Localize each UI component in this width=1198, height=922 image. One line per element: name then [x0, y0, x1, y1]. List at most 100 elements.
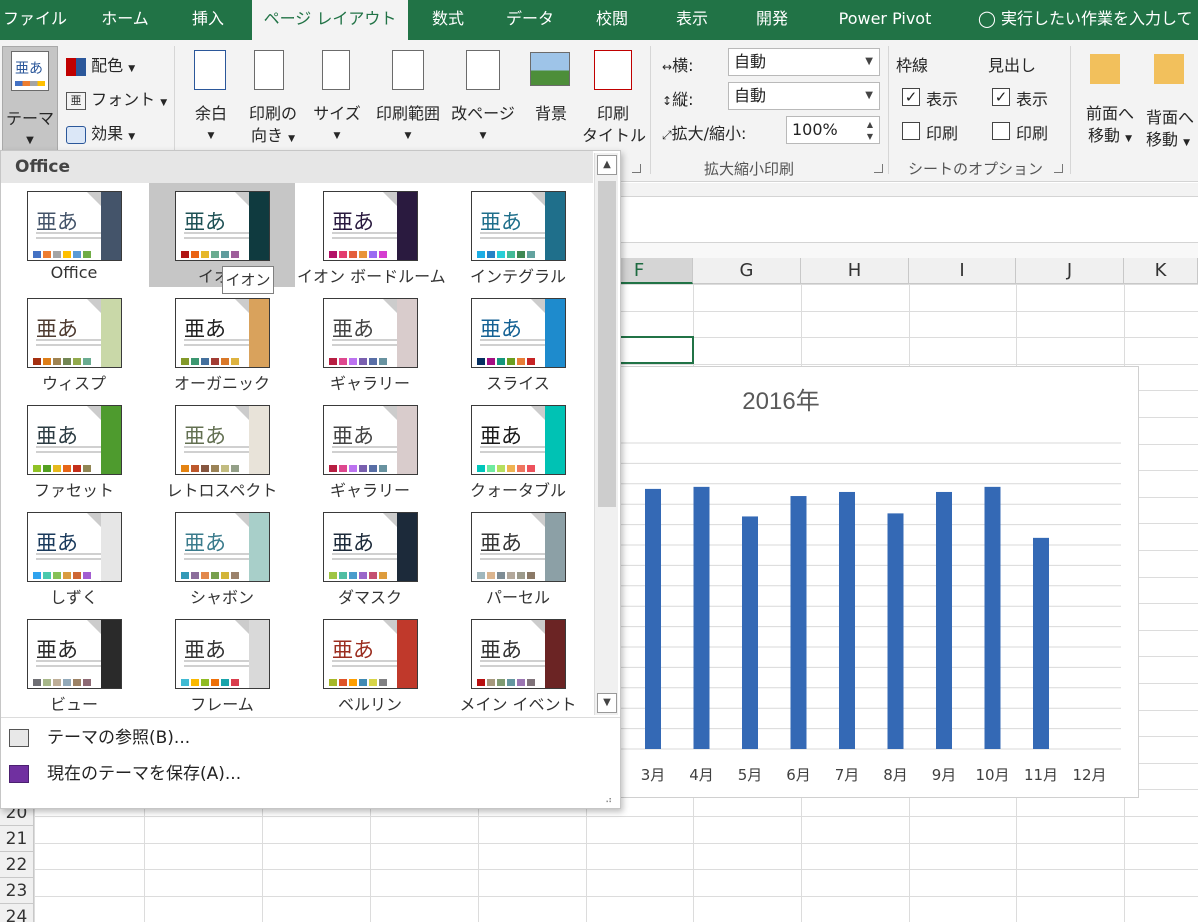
- column-header-k[interactable]: K: [1124, 258, 1198, 284]
- browse-themes-item[interactable]: テーマの参照(B)...: [1, 721, 620, 755]
- gridlines-view-checkbox[interactable]: ✓: [902, 88, 920, 106]
- scrollbar-thumb[interactable]: [598, 181, 616, 507]
- theme-thumbnail[interactable]: 亜あ ベルリン: [297, 611, 443, 715]
- chart-bar[interactable]: [693, 486, 710, 749]
- margins-button[interactable]: 余白 ▼: [186, 46, 236, 156]
- row-header-24[interactable]: 24: [0, 904, 34, 922]
- chart-bar[interactable]: [936, 491, 952, 749]
- gridlines-print-checkbox[interactable]: [902, 122, 920, 140]
- scale-spinner[interactable]: 100% ▲ ▼: [786, 116, 880, 144]
- breaks-button[interactable]: 改ページ ▼: [448, 46, 518, 156]
- width-select[interactable]: 自動 ▼: [728, 48, 880, 76]
- tab-developer[interactable]: 開発: [744, 0, 800, 40]
- column-chart[interactable]: 2016年 3月 4月 5月 6月 7月 8月 9月 10月 11月 12月: [600, 366, 1139, 798]
- chart-bar[interactable]: [645, 488, 661, 749]
- color-swatch: [379, 679, 387, 686]
- tab-page-layout[interactable]: ページ レイアウト: [252, 0, 408, 40]
- chart-bar[interactable]: [790, 496, 807, 749]
- chevron-down-icon: ▼: [26, 135, 34, 146]
- effects-button[interactable]: 効果 ▼: [66, 120, 135, 144]
- theme-thumbnail[interactable]: 亜あ ギャラリー: [297, 290, 443, 394]
- page-setup-launcher-icon[interactable]: [632, 164, 641, 173]
- height-select[interactable]: 自動 ▼: [728, 82, 880, 110]
- theme-preview-card: 亜あ: [323, 191, 418, 261]
- theme-thumbnail[interactable]: 亜あ シャボン: [149, 504, 295, 608]
- grid-row-line: [0, 896, 1198, 897]
- row-header-21[interactable]: 21: [0, 826, 34, 852]
- chart-bar[interactable]: [742, 516, 758, 749]
- theme-thumbnail[interactable]: 亜あ レトロスペクト: [149, 397, 295, 501]
- scroll-up-icon[interactable]: ▲: [597, 155, 617, 175]
- print-area-button[interactable]: 印刷範囲 ▼: [370, 46, 446, 156]
- headings-print-checkbox[interactable]: [992, 122, 1010, 140]
- background-button[interactable]: 背景: [524, 46, 578, 156]
- theme-preview-line: [480, 344, 546, 346]
- theme-thumbnail[interactable]: 亜あ クォータブル: [445, 397, 591, 501]
- chevron-down-icon: ▼: [404, 131, 412, 141]
- colors-button[interactable]: 配色 ▼: [66, 52, 135, 76]
- theme-thumbnail[interactable]: 亜あ ファセット: [1, 397, 147, 501]
- size-button[interactable]: サイズ ▼: [310, 46, 364, 156]
- theme-thumbnail[interactable]: 亜あ インテグラル: [445, 183, 591, 287]
- color-swatch: [83, 251, 91, 258]
- theme-thumbnail[interactable]: 亜あ ギャラリー: [297, 397, 443, 501]
- scale-launcher-icon[interactable]: [874, 164, 883, 173]
- theme-color-swatches: [181, 672, 241, 686]
- theme-thumbnail[interactable]: 亜あ イオン ボードルーム: [297, 183, 446, 287]
- theme-thumbnail[interactable]: 亜あ しずく: [1, 504, 147, 608]
- tab-view[interactable]: 表示: [664, 0, 720, 40]
- spinner-arrows-icon[interactable]: ▲ ▼: [867, 119, 873, 143]
- theme-thumbnail[interactable]: 亜あ フレーム: [149, 611, 295, 715]
- color-swatch: [487, 358, 495, 365]
- color-swatch: [517, 679, 525, 686]
- fonts-button[interactable]: 亜 フォント ▼: [66, 86, 167, 110]
- column-header-g[interactable]: G: [693, 258, 801, 284]
- bring-forward-button[interactable]: 前面へ 移動 ▼: [1080, 46, 1140, 156]
- color-swatch: [507, 572, 515, 579]
- theme-thumbnail[interactable]: 亜あ オーガニック: [149, 290, 295, 394]
- column-header-j[interactable]: J: [1016, 258, 1124, 284]
- theme-accent-strip: [397, 620, 417, 688]
- group-separator: [1070, 46, 1071, 174]
- tab-insert[interactable]: 挿入: [180, 0, 236, 40]
- theme-thumbnail[interactable]: 亜あ パーセル: [445, 504, 591, 608]
- theme-preview-card: 亜あ: [323, 619, 418, 689]
- row-header-22[interactable]: 22: [0, 852, 34, 878]
- scroll-down-icon[interactable]: ▼: [597, 693, 617, 713]
- color-swatch: [63, 251, 71, 258]
- theme-thumbnail[interactable]: 亜あ ダマスク: [297, 504, 443, 608]
- orientation-button[interactable]: 印刷の 向き ▼: [244, 46, 302, 156]
- chart-bar[interactable]: [984, 486, 1001, 749]
- theme-thumbnail[interactable]: 亜あ メイン イベント: [445, 611, 591, 715]
- tab-power-pivot[interactable]: Power Pivot: [826, 0, 944, 40]
- tab-home[interactable]: ホーム: [92, 0, 158, 40]
- theme-thumbnail[interactable]: 亜あ ウィスプ: [1, 290, 147, 394]
- save-theme-item[interactable]: 現在のテーマを保存(A)...: [1, 757, 620, 791]
- gallery-scrollbar[interactable]: ▲ ▼: [594, 153, 618, 715]
- chart-bar[interactable]: [839, 491, 855, 749]
- size-label: サイズ: [313, 104, 361, 123]
- tab-data[interactable]: データ: [500, 0, 560, 40]
- chart-bar[interactable]: [887, 513, 904, 749]
- chart-canvas: 2016年 3月 4月 5月 6月 7月 8月 9月 10月 11月 12月: [621, 388, 1121, 784]
- print-titles-button[interactable]: 印刷 タイトル: [582, 46, 646, 156]
- resize-grip-icon[interactable]: ⠴: [605, 795, 612, 806]
- chart-bar[interactable]: [1033, 537, 1049, 749]
- tab-formulas[interactable]: 数式: [420, 0, 476, 40]
- themes-button[interactable]: 亜あ テーマ ▼: [2, 46, 58, 154]
- theme-preview-line: [480, 451, 546, 453]
- theme-thumbnail[interactable]: 亜あ ビュー: [1, 611, 147, 715]
- theme-thumbnail[interactable]: 亜あ スライス: [445, 290, 591, 394]
- color-swatch: [43, 465, 51, 472]
- theme-thumbnail[interactable]: 亜あ Office: [1, 183, 147, 287]
- tell-me-box[interactable]: ◯ 実行したい作業を入力して: [978, 0, 1193, 40]
- send-backward-button[interactable]: 背面へ 移動 ▼: [1144, 46, 1198, 156]
- row-header-23[interactable]: 23: [0, 878, 34, 904]
- tab-review[interactable]: 校閲: [584, 0, 640, 40]
- tab-file[interactable]: ファイル: [0, 0, 70, 40]
- column-header-i[interactable]: I: [909, 258, 1016, 284]
- headings-view-checkbox[interactable]: ✓: [992, 88, 1010, 106]
- column-header-h[interactable]: H: [801, 258, 909, 284]
- color-swatch: [369, 465, 377, 472]
- sheet-options-launcher-icon[interactable]: [1054, 164, 1063, 173]
